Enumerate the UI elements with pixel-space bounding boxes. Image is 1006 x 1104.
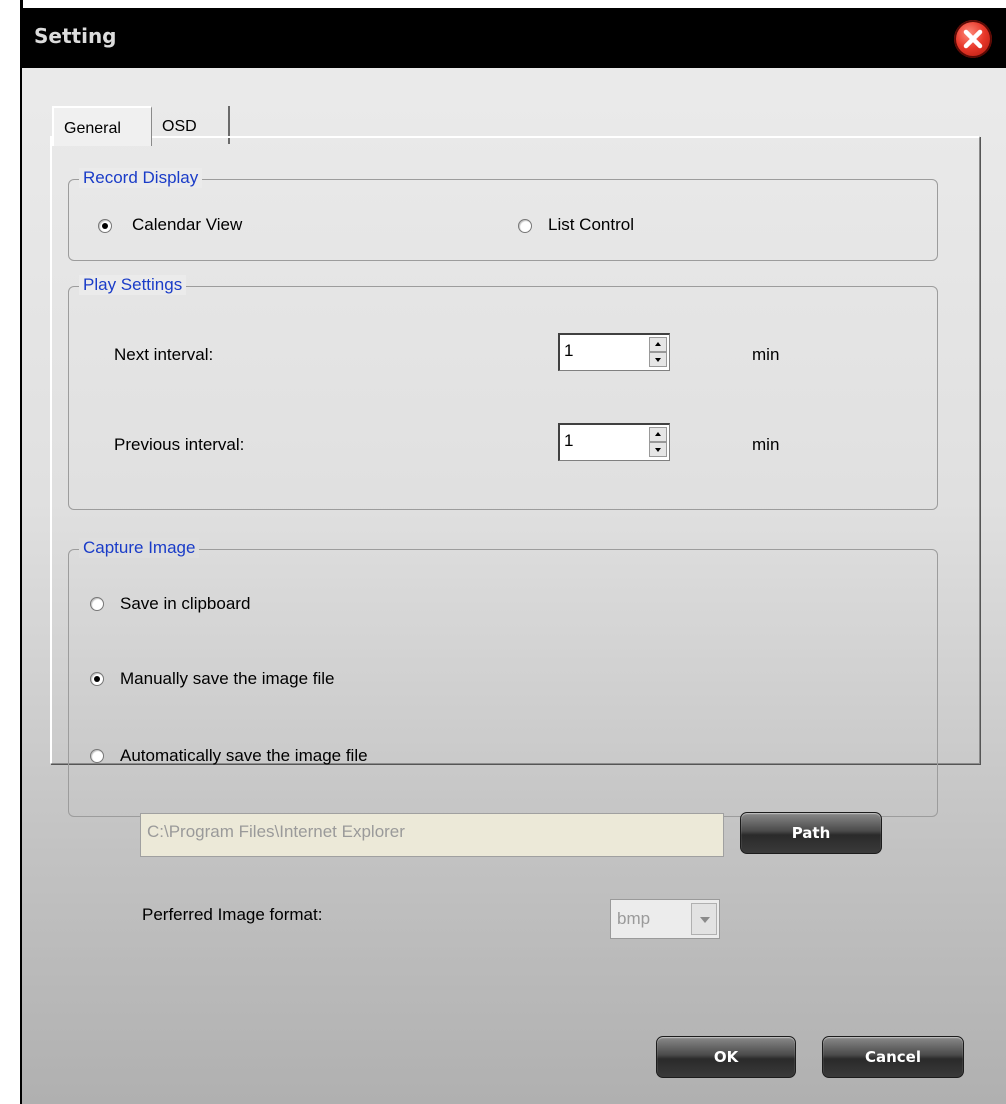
close-button[interactable] — [954, 20, 992, 58]
previous-interval-down-arrow-icon[interactable] — [649, 442, 667, 457]
ok-button[interactable]: OK — [656, 1036, 796, 1078]
settings-dialog: Setting General OSD Record Display Calen… — [22, 8, 1006, 1104]
next-interval-label: Next interval: — [114, 345, 214, 364]
play-settings-group: Play Settings — [68, 275, 938, 510]
next-interval-value[interactable]: 1 — [564, 341, 573, 361]
calendar-view-radio[interactable] — [98, 219, 112, 233]
next-interval-down-arrow-icon[interactable] — [649, 352, 667, 367]
previous-interval-label: Previous interval: — [114, 435, 245, 454]
next-interval-unit: min — [752, 345, 780, 364]
next-interval-spinner[interactable]: 1 — [558, 333, 670, 371]
play-settings-label: Play Settings — [79, 275, 187, 295]
calendar-view-label[interactable]: Calendar View — [132, 215, 242, 235]
cancel-button[interactable]: Cancel — [822, 1036, 964, 1078]
save-path-input[interactable]: C:\Program Files\Internet Explorer — [140, 813, 724, 857]
image-format-select[interactable]: bmp — [610, 899, 720, 939]
record-display-label: Record Display — [79, 168, 203, 188]
previous-interval-unit: min — [752, 435, 780, 454]
chevron-down-icon[interactable] — [691, 903, 717, 935]
next-interval-up-arrow-icon[interactable] — [649, 337, 667, 352]
path-button[interactable]: Path — [740, 812, 882, 854]
previous-interval-value[interactable]: 1 — [564, 431, 573, 451]
list-control-label[interactable]: List Control — [548, 215, 634, 235]
previous-interval-spinner[interactable]: 1 — [558, 423, 670, 461]
title-bar[interactable]: Setting — [22, 8, 1006, 68]
manual-save-label[interactable]: Manually save the image file — [120, 669, 335, 689]
auto-save-radio[interactable] — [90, 749, 104, 763]
image-format-label: Perferred Image format: — [142, 905, 323, 924]
window-title: Setting — [34, 24, 117, 48]
tab-general[interactable]: General — [52, 106, 152, 146]
auto-save-label[interactable]: Automatically save the image file — [120, 746, 368, 766]
previous-interval-up-arrow-icon[interactable] — [649, 427, 667, 442]
save-clipboard-radio[interactable] — [90, 597, 104, 611]
image-format-value[interactable]: bmp — [617, 909, 650, 929]
capture-image-label: Capture Image — [79, 538, 200, 558]
manual-save-radio[interactable] — [90, 672, 104, 686]
list-control-radio[interactable] — [518, 219, 532, 233]
save-clipboard-label[interactable]: Save in clipboard — [120, 594, 250, 614]
